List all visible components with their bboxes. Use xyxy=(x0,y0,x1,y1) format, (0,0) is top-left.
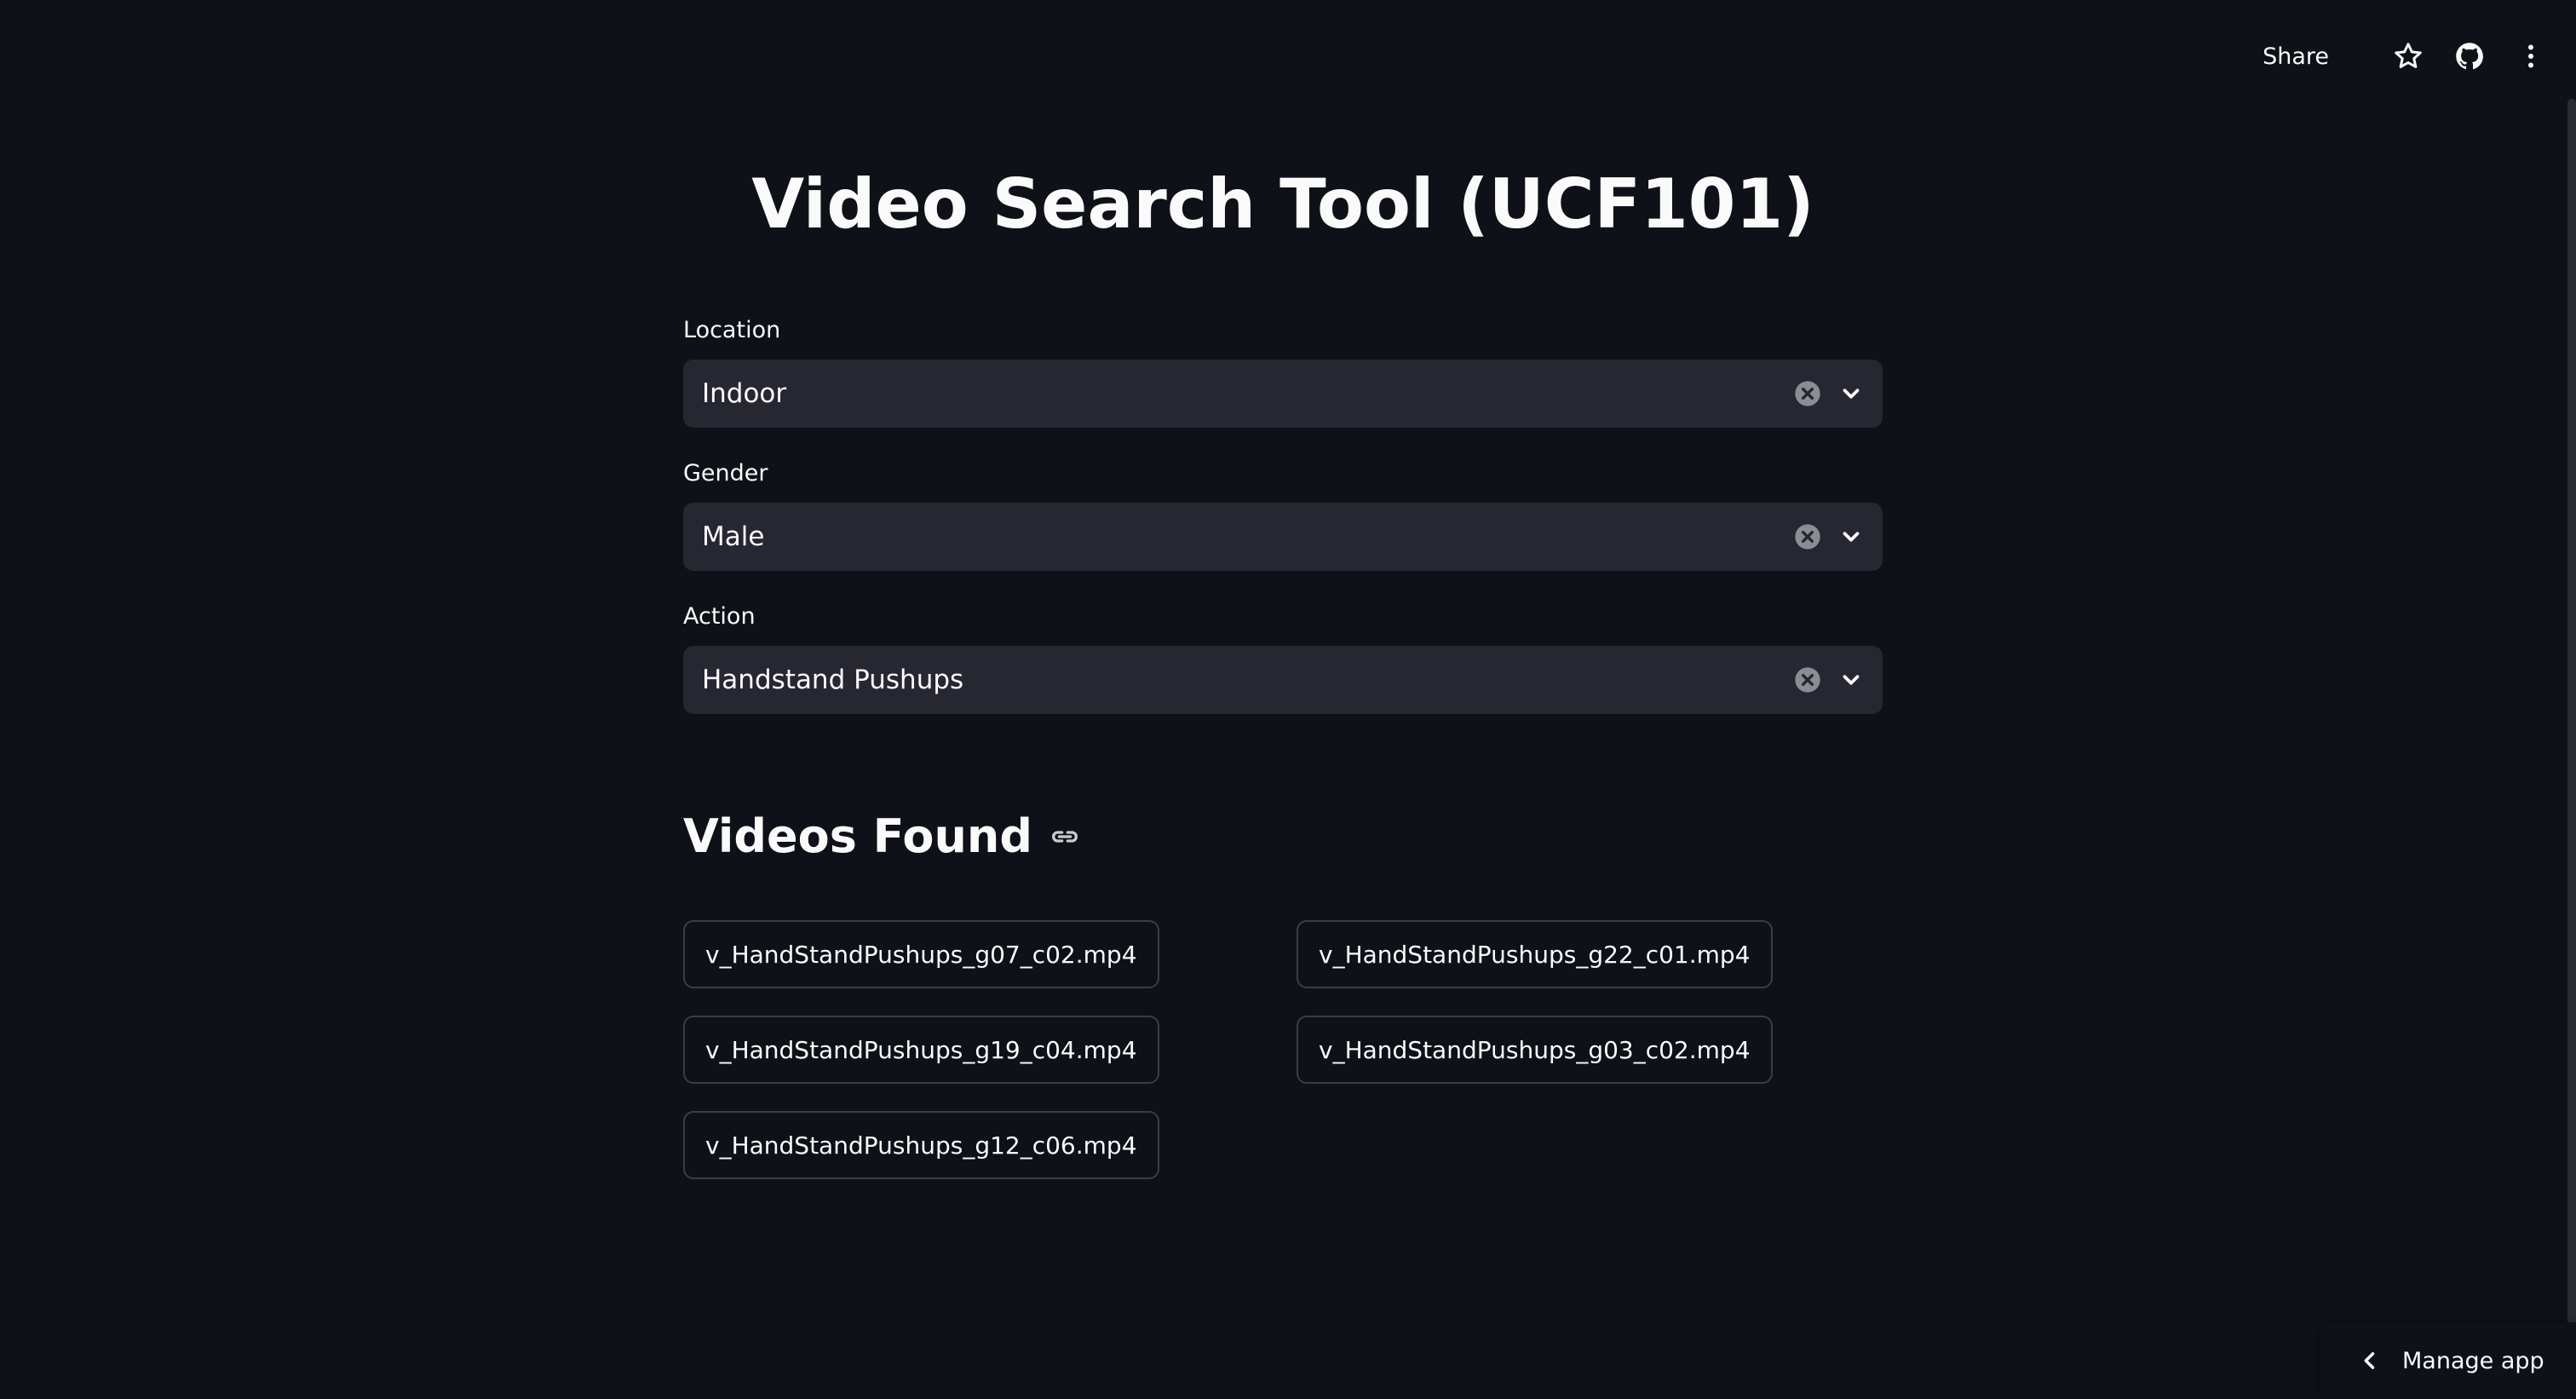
top-header: Share xyxy=(0,0,2576,99)
chevron-down-icon[interactable] xyxy=(1838,667,1864,693)
clear-icon[interactable] xyxy=(1794,380,1821,407)
videos-found-title: Videos Found xyxy=(683,809,1033,863)
star-icon[interactable] xyxy=(2392,40,2424,72)
location-label: Location xyxy=(683,317,781,343)
videos-found-heading: Videos Found xyxy=(683,803,1082,871)
location-value: Indoor xyxy=(702,378,787,409)
chevron-down-icon[interactable] xyxy=(1838,524,1864,550)
video-file-button[interactable]: v_HandStandPushups_g03_c02.mp4 xyxy=(1297,1016,1773,1084)
chevron-down-icon[interactable] xyxy=(1838,381,1864,406)
clear-icon[interactable] xyxy=(1794,523,1821,550)
video-file-button[interactable]: v_HandStandPushups_g12_c06.mp4 xyxy=(683,1111,1159,1179)
more-vertical-icon[interactable] xyxy=(2515,40,2547,72)
share-button[interactable]: Share xyxy=(2263,43,2329,70)
location-field: Location Indoor xyxy=(683,314,1883,428)
action-select[interactable]: Handstand Pushups xyxy=(683,646,1883,714)
clear-icon[interactable] xyxy=(1794,666,1821,694)
video-file-button[interactable]: v_HandStandPushups_g22_c01.mp4 xyxy=(1297,920,1773,988)
action-field: Action Handstand Pushups xyxy=(683,600,1883,714)
location-select[interactable]: Indoor xyxy=(683,360,1883,428)
link-icon[interactable] xyxy=(1048,820,1082,854)
manage-app-button[interactable]: Manage app xyxy=(2320,1322,2576,1399)
video-file-button[interactable]: v_HandStandPushups_g07_c02.mp4 xyxy=(683,920,1159,988)
action-label: Action xyxy=(683,603,756,630)
video-file-button[interactable]: v_HandStandPushups_g19_c04.mp4 xyxy=(683,1016,1159,1084)
header-actions: Share xyxy=(2263,34,2547,78)
gender-select[interactable]: Male xyxy=(683,503,1883,571)
manage-app-label: Manage app xyxy=(2402,1347,2544,1374)
scrollbar[interactable] xyxy=(2567,99,2576,1326)
gender-label: Gender xyxy=(683,460,768,486)
chevron-left-icon xyxy=(2364,1352,2375,1369)
github-icon[interactable] xyxy=(2453,40,2486,72)
page-title: Video Search Tool (UCF101) xyxy=(751,164,1814,244)
gender-field: Gender Male xyxy=(683,457,1883,571)
gender-value: Male xyxy=(702,521,765,552)
action-value: Handstand Pushups xyxy=(702,665,964,695)
